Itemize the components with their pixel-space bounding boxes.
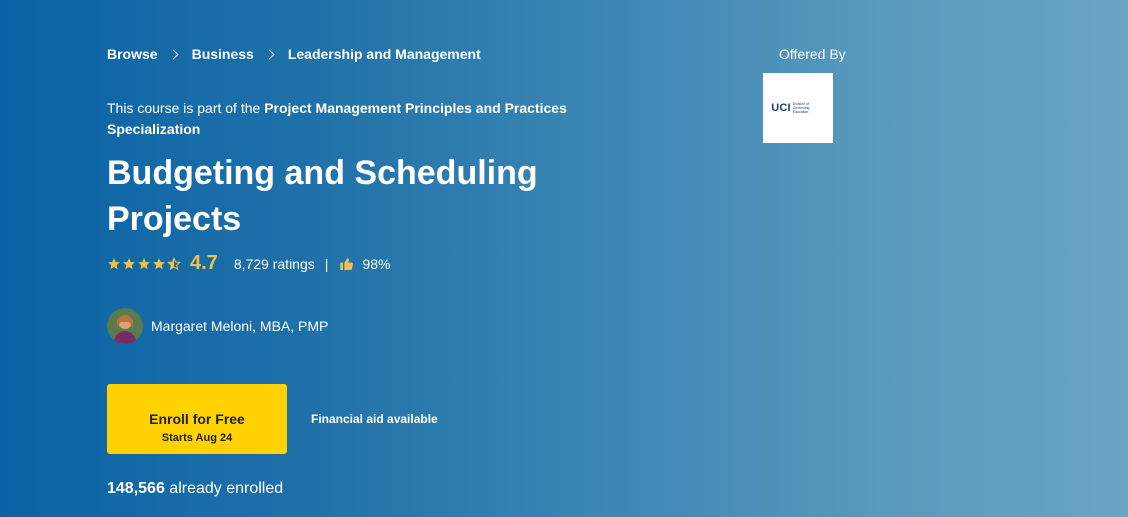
star-icon bbox=[153, 257, 165, 269]
instructor-name[interactable]: Margaret Meloni, MBA, PMP bbox=[151, 318, 328, 334]
ratings-count[interactable]: 8,729 ratings bbox=[234, 256, 315, 272]
specialization-notice: This course is part of the Project Manag… bbox=[107, 98, 627, 140]
chevron-right-icon bbox=[168, 49, 179, 59]
enrolled-suffix: already enrolled bbox=[164, 480, 284, 497]
half-star-icon bbox=[167, 256, 181, 270]
enrolled-number: 148,566 bbox=[107, 480, 165, 497]
partner-logo[interactable]: UCI Division of Continuing Education bbox=[763, 73, 833, 143]
rating-value: 4.7 bbox=[190, 252, 218, 274]
star-rating bbox=[107, 256, 182, 271]
course-hero: Browse Business Leadership and Managemen… bbox=[0, 0, 1128, 517]
enroll-start-date: Starts Aug 24 bbox=[161, 432, 233, 444]
rating-divider: | bbox=[324, 255, 329, 272]
enrolled-count: 148,566 already enrolled bbox=[107, 480, 283, 498]
breadcrumb-browse[interactable]: Browse bbox=[107, 46, 158, 62]
breadcrumb-leadership[interactable]: Leadership and Management bbox=[288, 46, 481, 62]
breadcrumb-business[interactable]: Business bbox=[192, 46, 254, 62]
partner-logo-text: UCI bbox=[771, 102, 791, 114]
partner-logo-subtext: Division of Continuing Education bbox=[792, 102, 810, 114]
star-icon bbox=[108, 257, 120, 269]
star-icon bbox=[138, 257, 150, 269]
breadcrumb: Browse Business Leadership and Managemen… bbox=[107, 46, 481, 62]
specialization-prefix: This course is part of the bbox=[107, 100, 265, 116]
offered-by-label: Offered By bbox=[779, 46, 846, 62]
approval-rate: 98% bbox=[362, 255, 391, 272]
enroll-label: Enroll for Free bbox=[149, 411, 245, 427]
rating-row: 4.7 8,729 ratings | 98% bbox=[107, 252, 390, 275]
enroll-button[interactable]: Enroll for Free Starts Aug 24 bbox=[107, 384, 287, 454]
instructor[interactable]: Margaret Meloni, MBA, PMP bbox=[107, 308, 328, 344]
chevron-right-icon bbox=[264, 49, 275, 59]
course-title: Budgeting and Scheduling Projects bbox=[107, 154, 538, 238]
thumbs-up-icon bbox=[340, 257, 354, 270]
star-icon bbox=[123, 257, 135, 269]
avatar bbox=[107, 308, 143, 344]
financial-aid-link[interactable]: Financial aid available bbox=[311, 412, 438, 426]
